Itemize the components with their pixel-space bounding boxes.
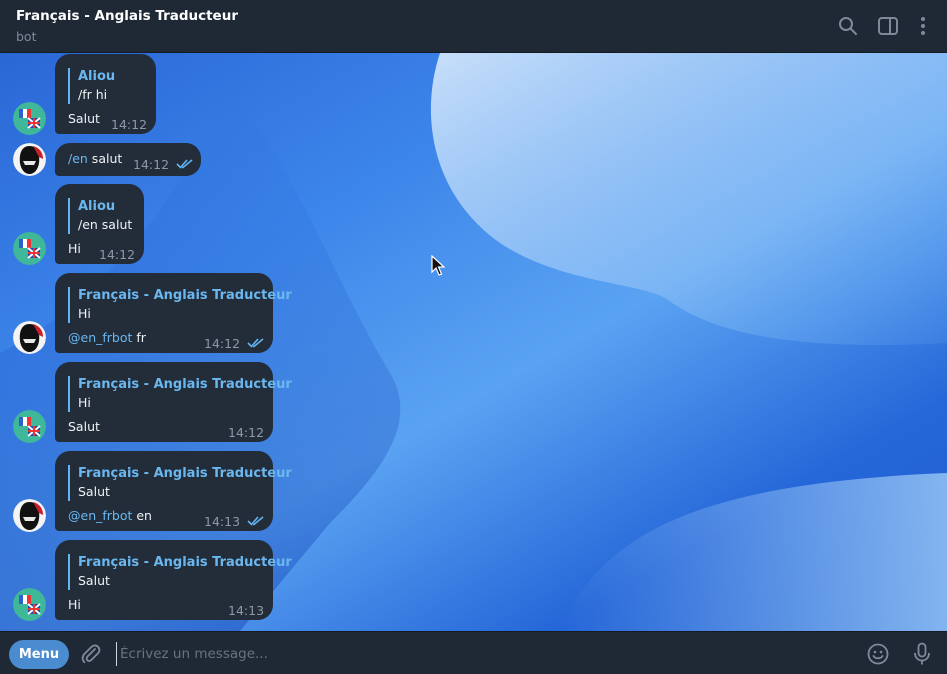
message-time: 14:12 bbox=[204, 336, 241, 351]
emoji-icon[interactable] bbox=[867, 643, 889, 665]
translator-bot-icon bbox=[13, 410, 46, 443]
mention-link[interactable]: @en_frbot bbox=[68, 330, 132, 345]
reply-author: Français - Anglais Traducteur bbox=[78, 288, 292, 303]
message-text: /en salut bbox=[68, 151, 123, 166]
message-composer: Menu bbox=[0, 631, 947, 674]
message-time: 14:13 bbox=[204, 514, 241, 529]
chat-subtitle: bot bbox=[16, 29, 37, 44]
message-bubble[interactable]: Français - Anglais Traducteur Hi Salut 1… bbox=[55, 362, 292, 442]
bot-avatar[interactable] bbox=[13, 588, 46, 621]
hacker-avatar-icon bbox=[13, 321, 46, 354]
message-bubble[interactable]: Aliou /fr hi Salut 14:12 bbox=[55, 54, 156, 134]
message-bubble[interactable]: Français - Anglais Traducteur Salut @en_… bbox=[55, 451, 292, 531]
reply-text: /fr hi bbox=[78, 87, 108, 102]
chat-history[interactable]: Aliou /fr hi Salut 14:12 /en salut 14:12 bbox=[0, 53, 947, 631]
message-time: 14:12 bbox=[228, 425, 265, 440]
message-time: 14:13 bbox=[228, 603, 265, 618]
hacker-avatar-icon bbox=[13, 143, 46, 176]
message-text: Salut bbox=[68, 419, 100, 434]
reply-author: Français - Anglais Traducteur bbox=[78, 466, 292, 481]
read-ticks-icon bbox=[247, 338, 264, 348]
reply-text: Hi bbox=[78, 395, 91, 410]
translator-bot-icon bbox=[13, 102, 46, 135]
hacker-avatar-icon bbox=[13, 499, 46, 532]
message-text: @en_frbot en bbox=[68, 508, 152, 523]
attach-icon[interactable] bbox=[80, 643, 102, 665]
reply-author: Aliou bbox=[78, 199, 116, 214]
message-text: Salut bbox=[68, 111, 100, 126]
read-ticks-icon bbox=[247, 516, 264, 526]
reply-quote[interactable]: Français - Anglais Traducteur Hi bbox=[68, 376, 292, 412]
sidebar-toggle-icon[interactable] bbox=[877, 15, 899, 37]
message-bubble[interactable]: Français - Anglais Traducteur Salut Hi 1… bbox=[55, 540, 292, 620]
reply-quote[interactable]: Français - Anglais Traducteur Salut bbox=[68, 465, 292, 501]
command-link[interactable]: /en bbox=[68, 151, 88, 166]
user-avatar[interactable] bbox=[13, 499, 46, 532]
reply-quote[interactable]: Aliou /en salut bbox=[68, 198, 132, 234]
chat-header: Français - Anglais Traducteur bot bbox=[0, 0, 947, 53]
reply-quote[interactable]: Français - Anglais Traducteur Salut bbox=[68, 554, 292, 590]
message-input[interactable] bbox=[116, 642, 836, 666]
message-bubble[interactable]: Aliou /en salut Hi 14:12 bbox=[55, 184, 144, 264]
reply-quote[interactable]: Français - Anglais Traducteur Hi bbox=[68, 287, 292, 323]
mouse-cursor-icon bbox=[431, 255, 445, 276]
message-bubble[interactable]: /en salut 14:12 bbox=[55, 143, 201, 176]
read-ticks-icon bbox=[176, 159, 193, 169]
reply-text: /en salut bbox=[78, 217, 133, 232]
message-bubble[interactable]: Français - Anglais Traducteur Hi @en_frb… bbox=[55, 273, 292, 353]
mic-icon[interactable] bbox=[912, 642, 932, 666]
reply-text: Salut bbox=[78, 484, 110, 499]
message-time: 14:12 bbox=[111, 117, 148, 132]
search-icon[interactable] bbox=[837, 15, 859, 37]
bot-avatar[interactable] bbox=[13, 410, 46, 443]
translator-bot-icon bbox=[13, 588, 46, 621]
message-text: @en_frbot fr bbox=[68, 330, 146, 345]
message-text: Hi bbox=[68, 241, 81, 256]
chat-title[interactable]: Français - Anglais Traducteur bbox=[16, 8, 238, 24]
reply-author: Aliou bbox=[78, 69, 116, 84]
bot-avatar[interactable] bbox=[13, 102, 46, 135]
reply-author: Français - Anglais Traducteur bbox=[78, 377, 292, 392]
reply-text: Salut bbox=[78, 573, 110, 588]
reply-quote[interactable]: Aliou /fr hi bbox=[68, 68, 115, 104]
more-icon[interactable] bbox=[912, 15, 934, 37]
message-time: 14:12 bbox=[133, 157, 170, 172]
message-text: Hi bbox=[68, 597, 81, 612]
translator-bot-icon bbox=[13, 232, 46, 265]
user-avatar[interactable] bbox=[13, 321, 46, 354]
bot-menu-button[interactable]: Menu bbox=[9, 640, 69, 669]
reply-author: Français - Anglais Traducteur bbox=[78, 555, 292, 570]
message-time: 14:12 bbox=[99, 247, 136, 262]
user-avatar[interactable] bbox=[13, 143, 46, 176]
bot-avatar[interactable] bbox=[13, 232, 46, 265]
mention-link[interactable]: @en_frbot bbox=[68, 508, 132, 523]
reply-text: Hi bbox=[78, 306, 91, 321]
